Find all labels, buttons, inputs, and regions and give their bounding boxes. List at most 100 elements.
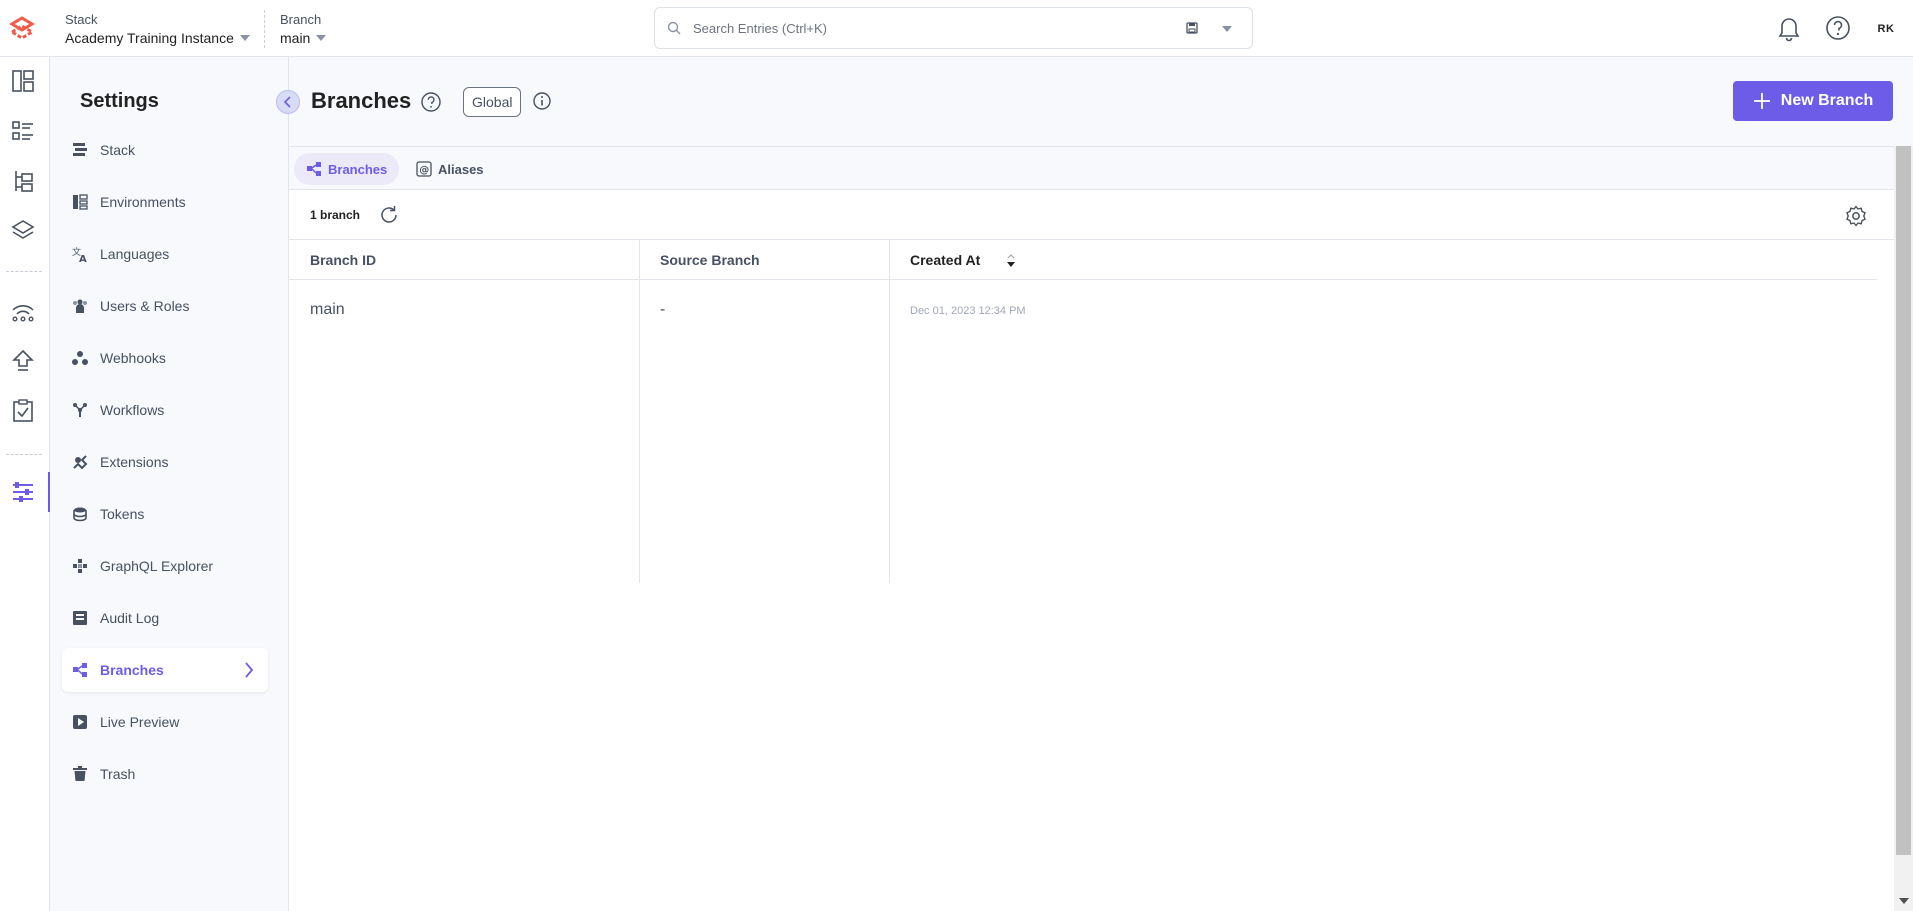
chevron-right-icon xyxy=(245,662,254,678)
sidebar-item-label: GraphQL Explorer xyxy=(100,558,214,574)
contentstack-logo-icon[interactable] xyxy=(8,14,38,42)
global-badge: Global xyxy=(463,87,522,117)
chevron-down-icon[interactable] xyxy=(1222,26,1232,32)
branch-value: main xyxy=(280,30,311,46)
tab-branches[interactable]: Branches xyxy=(294,153,400,185)
branches-panel: Branches @ Aliases 1 branch Branch ID So… xyxy=(289,146,1894,911)
divider xyxy=(264,10,265,48)
page-title: Branches xyxy=(311,88,412,113)
users-icon xyxy=(73,299,87,313)
sidebar-item-label: Languages xyxy=(100,246,170,262)
chevron-down-icon xyxy=(316,35,327,41)
collapse-sidebar-button[interactable] xyxy=(276,90,300,114)
gear-icon[interactable] xyxy=(1844,204,1868,228)
vertical-scrollbar[interactable] xyxy=(1894,146,1913,911)
search-placeholder: Search Entries (Ctrl+K) xyxy=(693,21,828,36)
settings-sidebar: Settings Stack Environments 文A Languages… xyxy=(50,57,289,911)
branch-selector[interactable]: Branch main xyxy=(280,12,327,46)
sidebar-item-label: Stack xyxy=(100,142,136,158)
table-header: Branch ID Source Branch Created At xyxy=(289,240,1877,280)
languages-icon: 文A xyxy=(72,246,87,262)
sidebar-item-languages[interactable]: 文A Languages xyxy=(62,232,268,276)
branches-icon xyxy=(307,162,321,176)
trash-icon xyxy=(73,766,87,781)
dashboard-icon[interactable] xyxy=(10,68,36,94)
branch-label: Branch xyxy=(280,12,322,27)
column-header-created-at[interactable]: Created At xyxy=(910,252,980,268)
sidebar-item-extensions[interactable]: Extensions xyxy=(62,440,268,484)
chevron-left-icon xyxy=(283,96,291,108)
sidebar-item-stack[interactable]: Stack xyxy=(62,128,268,172)
branch-count: 1 branch xyxy=(310,208,361,222)
sidebar-item-webhooks[interactable]: Webhooks xyxy=(62,336,268,380)
svg-text:A: A xyxy=(79,254,87,262)
sidebar-item-workflows[interactable]: Workflows xyxy=(62,388,268,432)
stack-value: Academy Training Instance xyxy=(65,30,234,46)
plus-icon xyxy=(1753,93,1770,109)
tab-aliases[interactable]: @ Aliases xyxy=(404,153,496,185)
column-header-branch-id[interactable]: Branch ID xyxy=(310,252,376,268)
sort-descending-icon[interactable] xyxy=(1005,254,1017,268)
workflows-icon xyxy=(73,403,87,417)
stack-label: Stack xyxy=(65,12,98,27)
sidebar-item-label: Users & Roles xyxy=(100,298,190,314)
search-input[interactable]: Search Entries (Ctrl+K) xyxy=(654,7,1253,49)
cell-created-at: Dec 01, 2023 12:34 PM xyxy=(910,305,1026,317)
sidebar-item-label: Audit Log xyxy=(100,610,160,626)
new-branch-button[interactable]: New Branch xyxy=(1733,81,1893,121)
stack-selector[interactable]: Stack Academy Training Instance xyxy=(65,12,250,46)
tokens-icon xyxy=(73,507,87,522)
saved-search-icon[interactable] xyxy=(1185,21,1199,35)
deploy-icon[interactable] xyxy=(10,348,36,374)
entries-icon[interactable] xyxy=(10,118,36,144)
sidebar-item-label: Extensions xyxy=(100,454,169,470)
sidebar-item-label: Live Preview xyxy=(100,714,180,730)
left-icon-rail xyxy=(0,57,50,911)
sidebar-item-environments[interactable]: Environments xyxy=(62,180,268,224)
publish-queue-icon[interactable] xyxy=(10,298,36,324)
live-preview-icon xyxy=(73,715,87,729)
top-bar: Stack Academy Training Instance Branch m… xyxy=(0,0,1913,57)
sidebar-item-label: Environments xyxy=(100,194,186,210)
notifications-bell-icon[interactable] xyxy=(1776,14,1802,42)
search-icon xyxy=(667,21,681,35)
sidebar-item-label: Webhooks xyxy=(100,350,166,366)
info-icon[interactable] xyxy=(532,91,552,111)
scroll-down-arrow-icon[interactable] xyxy=(1899,898,1909,904)
tasks-icon[interactable] xyxy=(10,398,36,424)
sidebar-item-branches[interactable]: Branches xyxy=(62,648,268,692)
refresh-icon[interactable] xyxy=(378,204,400,226)
alias-at-icon: @ xyxy=(416,161,432,177)
webhooks-icon xyxy=(72,351,88,365)
tab-label: Branches xyxy=(328,161,388,177)
tab-label: Aliases xyxy=(438,161,484,177)
sidebar-item-trash[interactable]: Trash xyxy=(62,752,268,796)
column-divider xyxy=(639,240,640,583)
sidebar-item-label: Workflows xyxy=(100,402,165,418)
sidebar-item-audit-log[interactable]: Audit Log xyxy=(62,596,268,640)
chevron-down-icon xyxy=(239,35,250,41)
sidebar-item-tokens[interactable]: Tokens xyxy=(62,492,268,536)
sidebar-item-live-preview[interactable]: Live Preview xyxy=(62,700,268,744)
settings-icon[interactable] xyxy=(10,479,36,505)
scrollbar-thumb[interactable] xyxy=(1896,146,1911,855)
page-header: Branches Global New Branch xyxy=(276,57,1913,146)
sidebar-item-label: Branches xyxy=(100,662,164,678)
svg-text:@: @ xyxy=(419,165,429,176)
help-icon[interactable] xyxy=(1824,14,1852,42)
sidebar-item-label: Trash xyxy=(100,766,136,782)
column-divider xyxy=(889,240,890,583)
divider xyxy=(6,271,42,272)
help-icon[interactable] xyxy=(420,91,442,113)
settings-title: Settings xyxy=(80,90,159,112)
assets-icon[interactable] xyxy=(10,218,36,244)
extensions-icon xyxy=(73,455,88,470)
content-models-icon[interactable] xyxy=(10,168,36,194)
stack-icon xyxy=(73,143,87,156)
avatar[interactable]: RK xyxy=(1870,13,1902,45)
sidebar-item-users-roles[interactable]: Users & Roles xyxy=(62,284,268,328)
column-header-source-branch[interactable]: Source Branch xyxy=(660,252,760,268)
tab-bar: Branches @ Aliases xyxy=(289,147,1894,190)
audit-log-icon xyxy=(73,611,87,625)
sidebar-item-graphql-explorer[interactable]: GraphQL Explorer xyxy=(62,544,268,588)
